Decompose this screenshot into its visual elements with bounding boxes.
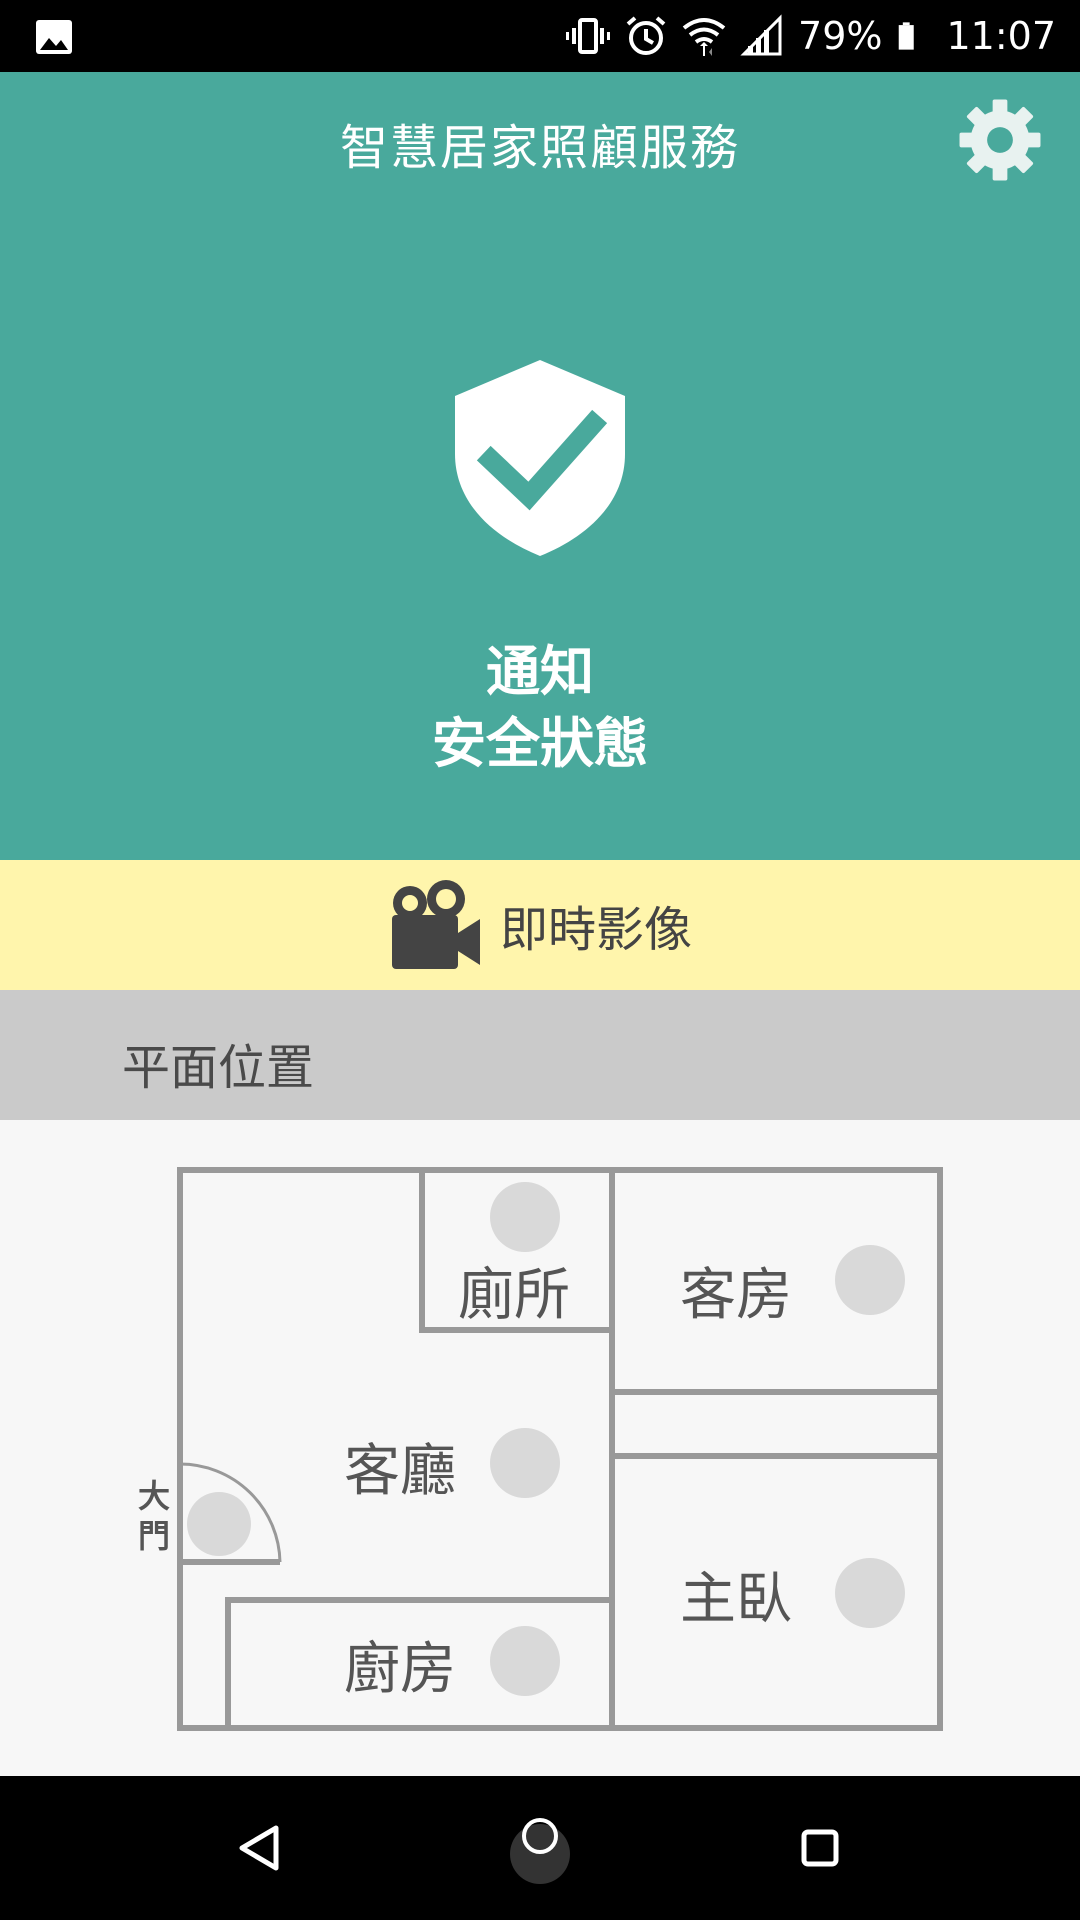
screen: 79% 11:07 智慧居家照顧服務 通知 安全狀態 即時影像 平面位置 大 門… <box>0 0 1080 1920</box>
sensor-kitchen[interactable] <box>490 1626 560 1696</box>
door-label-char-1: 大 <box>137 1477 170 1515</box>
sensor-guest-room[interactable] <box>835 1245 905 1315</box>
live-video-label: 即時影像 <box>499 902 692 958</box>
app-title: 智慧居家照顧服務 <box>339 120 740 176</box>
room-label-toilet: 廁所 <box>458 1263 570 1328</box>
clock-time: 11:07 <box>946 14 1056 58</box>
room-label-master-bedroom: 主臥 <box>680 1567 792 1632</box>
alarm-icon <box>626 16 666 55</box>
status-hero: 智慧居家照顧服務 通知 安全狀態 <box>0 72 1080 860</box>
sensor-main-door[interactable] <box>187 1492 251 1556</box>
gear-icon <box>959 99 1041 181</box>
settings-button[interactable] <box>950 90 1050 190</box>
live-video-button[interactable]: 即時影像 <box>0 860 1080 990</box>
room-label-living-room: 客廳 <box>344 1439 456 1504</box>
floor-plan-header: 平面位置 <box>0 990 1080 1120</box>
door-label-char-2: 門 <box>137 1517 170 1555</box>
sensor-master-bedroom[interactable] <box>835 1558 905 1628</box>
room-label-kitchen: 廚房 <box>344 1637 456 1702</box>
sensor-toilet[interactable] <box>490 1182 560 1252</box>
main-door-label: 大 門 <box>134 1476 174 1556</box>
video-camera-icon <box>391 880 480 969</box>
sensor-living-room[interactable] <box>490 1428 560 1498</box>
safety-status: 通知 安全狀態 <box>0 636 1080 780</box>
battery-percent: 79% <box>798 14 883 58</box>
section-title: 平面位置 <box>122 1040 315 1096</box>
battery-icon <box>899 22 915 50</box>
home-circle-icon[interactable] <box>500 1806 580 1890</box>
image-icon <box>36 20 72 54</box>
room-label-guest-room: 客房 <box>680 1263 792 1328</box>
wifi-icon <box>682 18 726 56</box>
status-line-1: 通知 <box>486 640 594 703</box>
signal-icon <box>740 14 782 56</box>
vibrate-icon <box>566 18 611 54</box>
navigation-bar <box>0 1776 1080 1920</box>
status-line-2: 安全狀態 <box>432 712 648 775</box>
shield-check-icon <box>455 360 625 556</box>
status-bar: 79% 11:07 <box>0 0 1080 72</box>
floor-plan: 大 門 廁所 客房 客廳 廚房 主臥 <box>0 1120 1080 1776</box>
recents-square-icon[interactable] <box>784 1812 856 1884</box>
back-triangle-icon[interactable] <box>224 1812 296 1884</box>
